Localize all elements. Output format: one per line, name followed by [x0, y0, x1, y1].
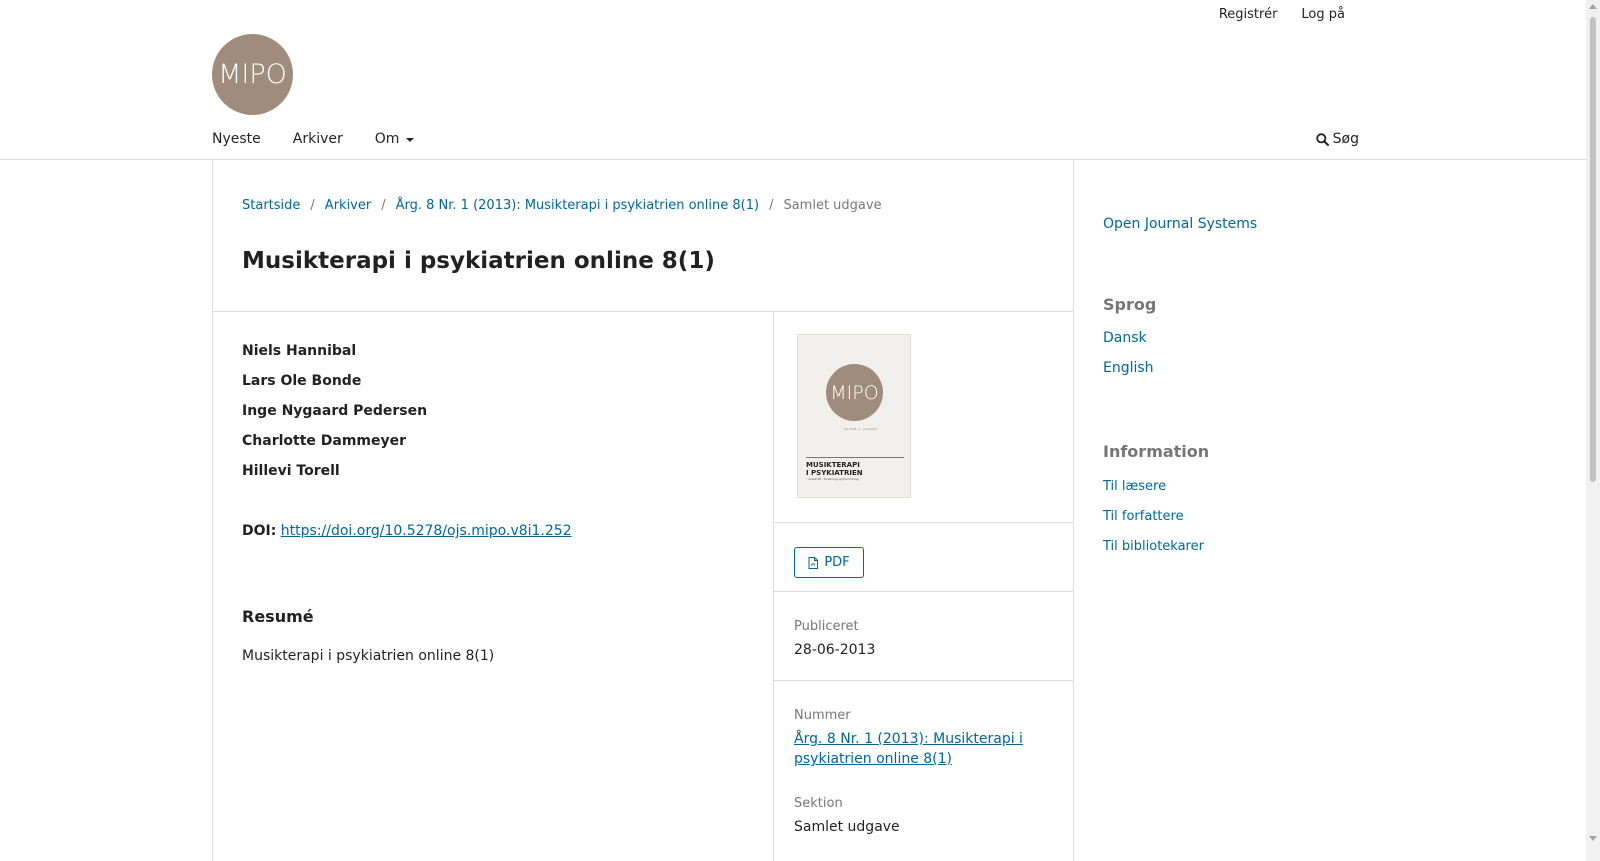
language-link-dansk[interactable]: Dansk	[1103, 330, 1147, 346]
main-content: Startside / Arkiver / Årg. 8 Nr. 1 (2013): M…	[212, 160, 1074, 861]
cover-title-line: I PSYKIATRIEN	[806, 469, 863, 477]
page-title: Musikterapi i psykiatrien online 8(1)	[242, 248, 715, 274]
user-nav: Registrér Log på	[1195, 7, 1345, 22]
issue-cover-image[interactable]: MIPO Vol. 8 Nr. 1 · juni 2013 MUSIKTERAP…	[797, 334, 911, 498]
pdf-button-label: PDF	[824, 555, 850, 570]
abstract-text: Musikterapi i psykiatrien online 8(1)	[242, 648, 495, 664]
breadcrumb-separator: /	[310, 198, 315, 213]
file-pdf-icon	[808, 556, 819, 569]
site-logo[interactable]: MIPO	[212, 34, 293, 115]
details-divider	[774, 522, 1073, 523]
issue-label: Nummer	[794, 708, 851, 723]
search-link[interactable]: Søg	[1315, 131, 1359, 147]
scrollbar-thumb[interactable]	[1590, 17, 1596, 482]
breadcrumb-home[interactable]: Startside	[242, 198, 300, 213]
abstract-heading: Resumé	[242, 607, 314, 626]
breadcrumb-archives[interactable]: Arkiver	[325, 198, 371, 213]
language-link-english[interactable]: English	[1103, 360, 1154, 376]
scroll-down-arrow-icon[interactable]	[1589, 836, 1597, 841]
page-scrollbar[interactable]	[1586, 0, 1600, 861]
doi-label: DOI:	[242, 523, 277, 539]
details-divider	[774, 680, 1073, 681]
scroll-up-arrow-icon[interactable]	[1589, 4, 1597, 9]
info-link-authors[interactable]: Til forfattere	[1103, 509, 1184, 524]
nav-item-nyeste[interactable]: Nyeste	[212, 131, 261, 147]
nav-item-om-label: Om	[374, 131, 400, 147]
breadcrumb-issue[interactable]: Årg. 8 Nr. 1 (2013): Musikterapi i psyki…	[396, 198, 759, 213]
language-block-title: Sprog	[1103, 295, 1157, 314]
cover-title: MUSIKTERAPI I PSYKIATRIEN	[806, 461, 863, 477]
login-link[interactable]: Log på	[1301, 7, 1345, 22]
author-name: Charlotte Dammeyer	[242, 433, 407, 449]
article-main-entry: Niels Hannibal Lars Ole Bonde Inge Nygaa…	[242, 311, 762, 664]
cover-logo: MIPO	[826, 364, 883, 421]
breadcrumb-current: Samlet udgave	[783, 198, 882, 213]
article-details: MIPO Vol. 8 Nr. 1 · juni 2013 MUSIKTERAP…	[773, 311, 1073, 861]
cover-issue-text: Vol. 8 Nr. 1 · juni 2013	[844, 427, 878, 431]
author-name: Niels Hannibal	[242, 343, 357, 359]
pdf-button[interactable]: PDF	[794, 547, 864, 578]
info-link-readers[interactable]: Til læsere	[1103, 479, 1166, 494]
breadcrumb-separator: /	[769, 198, 774, 213]
cover-subtitle: – Årsskrift · forskning og formidling	[806, 477, 859, 481]
breadcrumb-separator: /	[381, 198, 386, 213]
cover-title-line: MUSIKTERAPI	[806, 461, 860, 469]
logo-text: MIPO	[218, 59, 287, 90]
information-block-title: Information	[1103, 442, 1210, 461]
breadcrumb: Startside / Arkiver / Årg. 8 Nr. 1 (2013): M…	[242, 198, 882, 213]
doi-link[interactable]: https://doi.org/10.5278/ojs.mipo.v8i1.25…	[281, 523, 572, 539]
caret-down-icon	[406, 138, 415, 142]
author-name: Lars Ole Bonde	[242, 373, 362, 389]
details-divider	[774, 591, 1073, 592]
search-icon	[1315, 132, 1329, 146]
nav-item-arkiver[interactable]: Arkiver	[293, 131, 343, 147]
info-link-librarians[interactable]: Til bibliotekarer	[1103, 539, 1204, 554]
search-label: Søg	[1332, 131, 1359, 147]
doi: DOI: https://doi.org/10.5278/ojs.mipo.v8…	[242, 523, 762, 539]
published-date: 28-06-2013	[794, 642, 876, 658]
section-value: Samlet udgave	[794, 819, 900, 835]
issue-link[interactable]: Årg. 8 Nr. 1 (2013): Musikterapi i psyki…	[794, 729, 1034, 769]
register-link[interactable]: Registrér	[1219, 7, 1278, 22]
section-label: Sektion	[794, 796, 843, 811]
ojs-link[interactable]: Open Journal Systems	[1103, 216, 1257, 232]
nav-item-om[interactable]: Om	[375, 131, 415, 147]
cover-divider	[806, 457, 904, 458]
published-label: Publiceret	[794, 619, 859, 634]
author-list: Niels Hannibal Lars Ole Bonde Inge Nygaa…	[242, 340, 762, 490]
author-name: Inge Nygaard Pedersen	[242, 403, 428, 419]
primary-nav: Nyeste Arkiver Om	[212, 131, 446, 147]
author-name: Hillevi Torell	[242, 463, 340, 479]
